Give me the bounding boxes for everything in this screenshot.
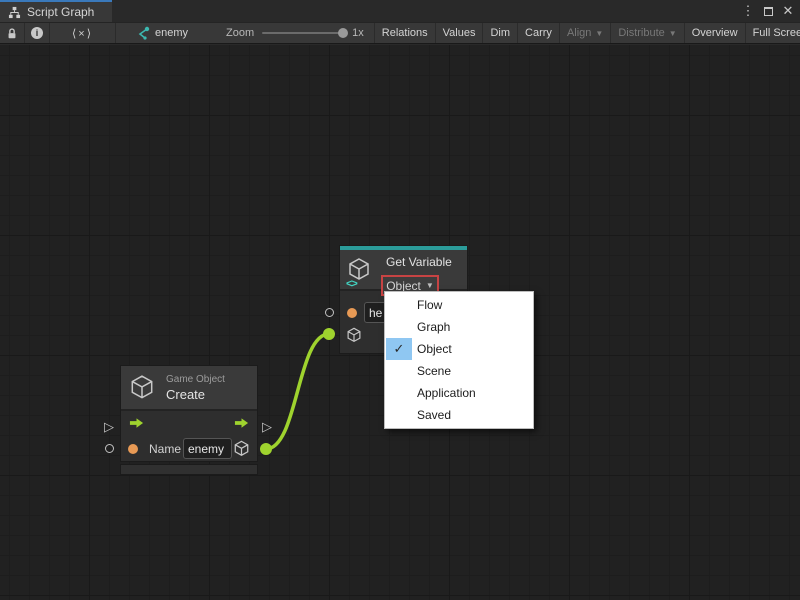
name-input[interactable] bbox=[183, 438, 232, 459]
zoom-value: 1x bbox=[352, 27, 364, 39]
distribute-button[interactable]: Distribute ▼ bbox=[611, 23, 684, 43]
relations-button[interactable]: Relations bbox=[374, 23, 436, 43]
tab-bar: Script Graph ⋮ ✕ bbox=[0, 0, 800, 22]
dim-button[interactable]: Dim bbox=[483, 23, 518, 43]
zoom-slider-handle[interactable] bbox=[338, 28, 348, 38]
maximize-icon bbox=[764, 7, 773, 16]
graph-toolbar: i ⟨×⟩ enemy Zoom 1x Relations Values Dim… bbox=[0, 22, 800, 44]
gameobject-cube-icon bbox=[129, 374, 155, 402]
create-flow-input-port[interactable]: ▷ bbox=[104, 420, 114, 433]
values-button[interactable]: Values bbox=[436, 23, 484, 43]
menu-item-saved[interactable]: Saved bbox=[385, 404, 533, 426]
align-button[interactable]: Align ▼ bbox=[560, 23, 611, 43]
create-header[interactable]: Game Object Create bbox=[121, 366, 257, 411]
gameobject-output-icon[interactable] bbox=[233, 440, 250, 463]
tab-title: Script Graph bbox=[27, 5, 94, 19]
name-label: Name bbox=[149, 442, 181, 456]
check-icon: ✓ bbox=[386, 338, 412, 360]
graph-icon bbox=[136, 26, 150, 40]
create-body: Name bbox=[121, 411, 257, 461]
menu-item-flow[interactable]: Flow bbox=[385, 294, 533, 316]
get-variable-input-port[interactable] bbox=[325, 308, 334, 317]
code-icon: ⟨×⟩ bbox=[72, 27, 93, 40]
zoom-slider[interactable] bbox=[262, 32, 344, 34]
script-graph-window: Script Graph ⋮ ✕ i ⟨×⟩ bbox=[0, 0, 800, 600]
wire-input-dot bbox=[323, 328, 335, 340]
menu-item-object[interactable]: ✓ Object bbox=[385, 338, 533, 360]
code-angle-icon: <> bbox=[346, 278, 357, 290]
graph-breadcrumb[interactable]: enemy bbox=[116, 23, 198, 43]
lock-button[interactable] bbox=[0, 23, 25, 43]
chevron-down-icon: ▼ bbox=[669, 29, 677, 38]
create-category: Game Object bbox=[166, 374, 225, 385]
get-variable-title: Get Variable bbox=[386, 255, 461, 269]
variable-kind-menu: Flow Graph ✓ Object Scene Application Sa… bbox=[384, 291, 534, 429]
info-icon: i bbox=[31, 27, 43, 39]
menu-item-scene[interactable]: Scene bbox=[385, 360, 533, 382]
chevron-down-icon: ▼ bbox=[595, 29, 603, 38]
create-flow-output-port[interactable]: ▷ bbox=[262, 420, 272, 433]
window-close-button[interactable]: ✕ bbox=[780, 2, 796, 20]
zoom-label: Zoom bbox=[226, 27, 254, 39]
window-menu-button[interactable]: ⋮ bbox=[740, 2, 756, 20]
create-node[interactable]: Game Object Create Name bbox=[120, 365, 258, 462]
variable-name-port[interactable] bbox=[347, 308, 357, 318]
flow-input-arrow-icon[interactable] bbox=[129, 417, 144, 429]
gameobject-port-icon[interactable] bbox=[346, 327, 362, 349]
create-name-input-port[interactable] bbox=[105, 444, 114, 453]
get-variable-header[interactable]: <> Get Variable Object ▼ bbox=[340, 250, 467, 291]
create-title: Create bbox=[166, 387, 225, 402]
flow-output-arrow-icon[interactable] bbox=[234, 417, 249, 429]
wire-output-dot bbox=[260, 443, 272, 455]
window-maximize-button[interactable] bbox=[760, 2, 776, 20]
info-button[interactable]: i bbox=[25, 23, 50, 43]
variable-cube-icon: <> bbox=[347, 257, 375, 287]
menu-item-application[interactable]: Application bbox=[385, 382, 533, 404]
chevron-down-icon: ▼ bbox=[426, 281, 434, 290]
graph-canvas[interactable]: <> Get Variable Object ▼ bbox=[0, 45, 800, 600]
carry-button[interactable]: Carry bbox=[518, 23, 560, 43]
overview-button[interactable]: Overview bbox=[685, 23, 746, 43]
create-node-footer bbox=[120, 464, 258, 475]
graph-name: enemy bbox=[155, 27, 188, 39]
tab-script-graph[interactable]: Script Graph bbox=[0, 0, 112, 22]
lock-icon bbox=[6, 27, 18, 40]
script-graph-icon bbox=[8, 6, 21, 19]
fullscreen-button[interactable]: Full Screen bbox=[746, 23, 800, 43]
menu-item-graph[interactable]: Graph bbox=[385, 316, 533, 338]
code-preview-button[interactable]: ⟨×⟩ bbox=[50, 23, 116, 43]
name-value-port[interactable] bbox=[128, 444, 138, 454]
